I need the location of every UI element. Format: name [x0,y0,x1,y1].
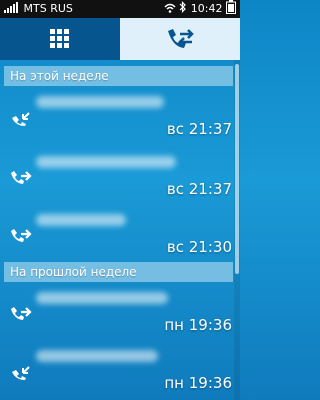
call-item[interactable]: вс 21:37 [0,146,234,206]
call-item[interactable]: вс 21:37 [0,86,234,146]
status-left: MTS RUS [4,0,73,18]
section-title: На прошлой неделе [10,265,137,279]
caller-name-blurred [36,214,126,226]
section-title: На этой неделе [10,69,109,83]
incoming-call-icon [12,112,30,126]
tab-call-log[interactable] [120,18,240,60]
caller-name-blurred [36,292,168,304]
signal-icon [4,2,18,13]
outgoing-call-icon [11,171,32,184]
section-header-this-week: На этой неделе [4,66,233,86]
carrier-name: MTS RUS [23,2,73,15]
call-time: вс 21:37 [166,180,232,198]
caller-name-blurred [36,96,164,108]
status-right: 10:42 [164,0,236,18]
tab-dialpad[interactable] [0,18,120,60]
incoming-call-icon [12,366,30,380]
bluetooth-icon [179,1,187,13]
call-time: вс 21:37 [166,120,232,138]
grid-icon [50,29,69,48]
call-item[interactable]: вс 21:30 [0,204,234,264]
caller-name-blurred [36,350,158,362]
call-time: пн 19:36 [164,316,232,334]
call-item[interactable]: пн 19:36 [0,340,234,400]
call-item[interactable]: пн 19:36 [0,282,234,342]
caller-name-blurred [36,156,176,168]
tab-bar [0,18,240,60]
call-time: вс 21:30 [166,238,232,256]
outgoing-call-icon [11,229,32,242]
battery-icon [226,0,236,14]
outgoing-call-icon [11,307,32,320]
call-log-icon [168,29,194,48]
scrollbar-thumb[interactable] [235,64,239,274]
clock: 10:42 [190,2,223,15]
status-bar: MTS RUS 10:42 [0,0,240,18]
section-header-last-week: На прошлой неделе [4,262,233,282]
wifi-icon [164,3,176,13]
call-time: пн 19:36 [164,374,232,392]
